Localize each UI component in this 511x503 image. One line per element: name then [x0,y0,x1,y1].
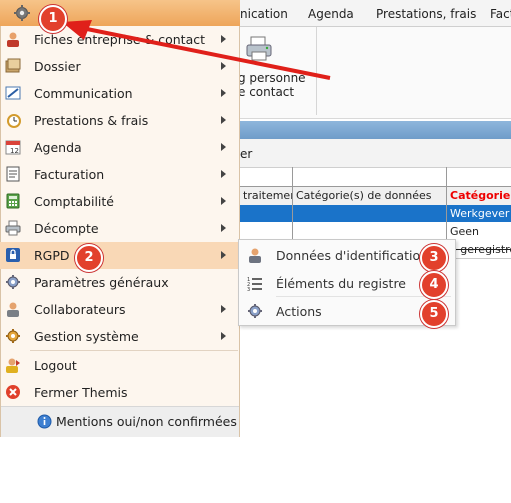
annotation-badge-5: 5 [420,300,448,328]
annotation-badge-2: 2 [75,244,103,272]
annotation-arrow-head [62,20,92,40]
annotation-badge-4: 4 [420,271,448,299]
annotation-badge-1: 1 [39,5,67,33]
annotation-arrow-line [81,26,331,80]
annotation-badge-3: 3 [420,244,448,272]
